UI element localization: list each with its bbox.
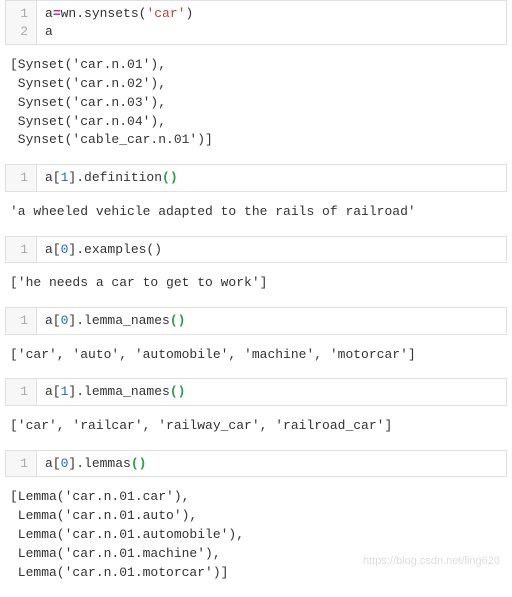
output-block: ['car', 'railcar', 'railway_car', 'railr… bbox=[0, 411, 512, 450]
code-content[interactable]: a[0].lemma_names() bbox=[37, 308, 506, 334]
code-token: a[ bbox=[45, 313, 61, 328]
code-token: a[ bbox=[45, 456, 61, 471]
line-number-gutter: 1 2 bbox=[6, 1, 37, 44]
code-token: a[ bbox=[45, 384, 61, 399]
code-content[interactable]: a[1].definition() bbox=[37, 165, 506, 191]
code-token: a[ bbox=[45, 242, 61, 257]
watermark-text: https://blog.csdn.net/ling620 bbox=[363, 555, 500, 567]
line-number-gutter: 1 bbox=[6, 451, 37, 477]
code-token: a bbox=[45, 6, 53, 21]
output-block: ['car', 'auto', 'automobile', 'machine',… bbox=[0, 340, 512, 379]
code-token: ].examples() bbox=[68, 242, 162, 257]
code-token: = bbox=[53, 6, 61, 21]
code-cell: 1 2a=wn.synsets('car') a bbox=[5, 0, 507, 45]
output-block: ['he needs a car to get to work'] bbox=[0, 268, 512, 307]
code-cell: 1a[1].lemma_names() bbox=[5, 378, 507, 406]
line-number-gutter: 1 bbox=[6, 379, 37, 405]
code-content[interactable]: a=wn.synsets('car') a bbox=[37, 1, 506, 44]
code-cell: 1a[0].lemma_names() bbox=[5, 307, 507, 335]
output-block: [Synset('car.n.01'), Synset('car.n.02'),… bbox=[0, 50, 512, 164]
code-token: 'car' bbox=[146, 6, 185, 21]
code-cell: 1a[0].examples() bbox=[5, 236, 507, 264]
code-token: () bbox=[131, 456, 147, 471]
code-content[interactable]: a[0].examples() bbox=[37, 237, 506, 263]
code-token: () bbox=[162, 170, 178, 185]
code-cell: 1a[0].lemmas() bbox=[5, 450, 507, 478]
code-token: () bbox=[170, 313, 186, 328]
code-token: ].lemmas bbox=[68, 456, 130, 471]
line-number-gutter: 1 bbox=[6, 165, 37, 191]
code-token: a[ bbox=[45, 170, 61, 185]
code-content[interactable]: a[0].lemmas() bbox=[37, 451, 506, 477]
line-number-gutter: 1 bbox=[6, 237, 37, 263]
code-token: ].lemma_names bbox=[68, 313, 169, 328]
code-content[interactable]: a[1].lemma_names() bbox=[37, 379, 506, 405]
code-cell: 1a[1].definition() bbox=[5, 164, 507, 192]
line-number-gutter: 1 bbox=[6, 308, 37, 334]
code-token: ].lemma_names bbox=[68, 384, 169, 399]
code-token: () bbox=[170, 384, 186, 399]
output-block: 'a wheeled vehicle adapted to the rails … bbox=[0, 197, 512, 236]
code-token: wn.synsets( bbox=[61, 6, 147, 21]
code-token: ].definition bbox=[68, 170, 162, 185]
